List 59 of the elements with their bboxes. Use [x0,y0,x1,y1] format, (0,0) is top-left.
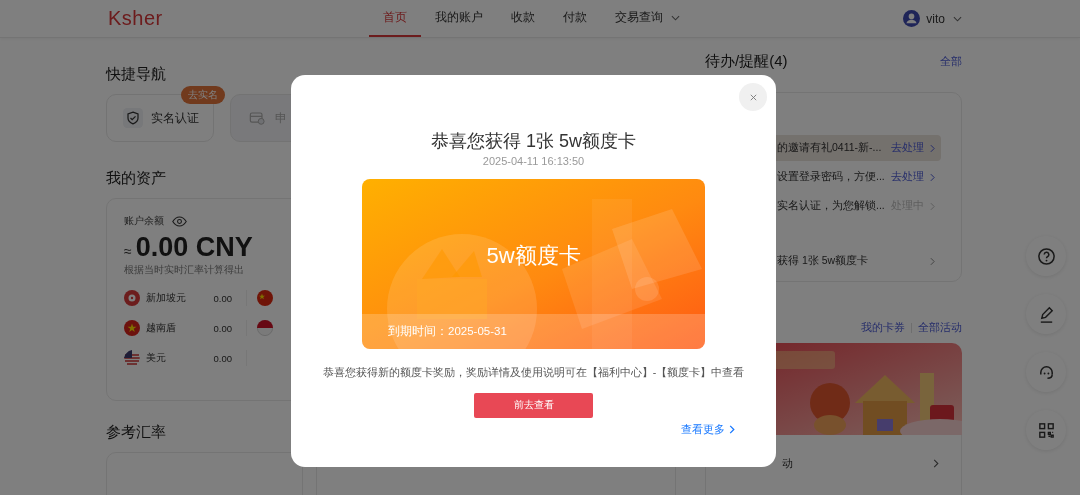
activity-link[interactable]: 我的卡券 [861,320,905,335]
activity-item[interactable]: 动 [706,453,961,473]
currency-amount: 0.00 [213,352,232,364]
todo-status[interactable]: 去处理 [891,141,924,155]
flag-icon [124,290,140,306]
todo-item[interactable]: 设置登录密码，方便... 去处理 [720,164,941,190]
view-more-link[interactable]: 查看更多 [681,422,735,437]
todo-text: 设置登录密码，方便... [777,170,885,184]
view-button[interactable]: 前去查看 [474,393,593,418]
eye-icon[interactable] [172,215,187,227]
flag-icon [257,320,273,336]
currency-name: 新加坡元 [146,291,186,305]
nav-tab[interactable]: 交易查询 [600,0,694,37]
logo[interactable]: Ksher [108,7,163,30]
nav-tab[interactable]: 付款 [548,0,601,37]
dialog-date: 2025-04-11 16:13:50 [482,155,585,167]
activity-link[interactable]: 全部活动 [918,320,962,335]
quick-nav-label: 实名认证 [151,109,199,127]
badge: 去实名 [181,86,225,104]
chevron-icon [930,256,935,266]
expiry-date: 到期时间：2025-05-31 [388,324,507,339]
section-title: 我的资产 [106,169,167,188]
nav-tab[interactable]: 首页 [368,0,421,37]
nav-tab[interactable]: 收款 [496,0,549,37]
todo-text: 获得 1张 5w额度卡 [777,254,869,268]
avatar-icon[interactable] [903,10,921,27]
shield-icon [123,108,143,128]
help-icon [1036,246,1056,266]
dialog-message: 恭喜您获得新的额度卡奖励，奖励详情及使用说明可在【福利中心】-【额度卡】中查看 [322,366,745,380]
todo-text: 实名认证，为您解锁... [777,199,885,213]
section-title: 参考汇率 [106,423,167,442]
qr-code-icon [1036,420,1056,440]
approx-sign: ≈ [124,243,132,259]
currency-name: 越南盾 [146,321,176,335]
todo-status[interactable]: 去处理 [891,170,924,184]
todo-text: 的邀请有礼0411-新-... [777,141,882,155]
balance-label: 账户余额 [124,214,164,228]
nav-tab[interactable]: 我的账户 [420,0,497,37]
chevron-icon [933,458,939,468]
section-title: 快捷导航 [106,65,167,84]
chevron-icon [930,143,935,153]
balance-amount: 0.00 CNY [135,232,253,263]
chevron-icon [930,172,935,182]
chevron-icon [729,425,735,434]
caret-icon[interactable] [670,14,680,21]
flag-icon [124,320,140,336]
todo-item[interactable]: 获得 1张 5w额度卡 [720,248,941,274]
close-icon [748,92,758,102]
user-name[interactable]: vito [926,11,945,26]
flag-icon [257,290,273,306]
flag-icon [124,350,140,366]
view-all-link[interactable]: 全部 [940,54,962,69]
dialog-title: 恭喜您获得 1张 5w额度卡 [431,130,636,153]
caret-icon[interactable] [953,15,962,22]
currency-name: 美元 [146,351,166,365]
currency-amount: 0.00 [213,292,232,304]
card-title: 5w额度卡 [485,242,582,270]
currency-amount: 0.00 [213,322,232,334]
section-title: 待办/提醒(4) [705,52,788,71]
